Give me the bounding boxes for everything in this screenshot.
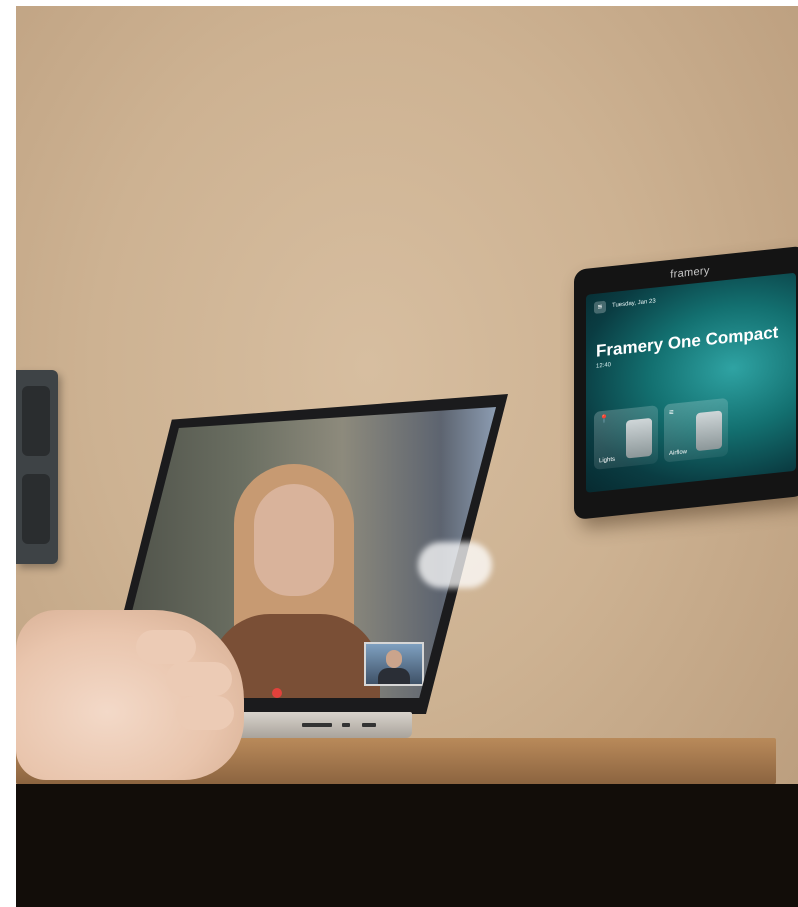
menu-icon[interactable]: ≡ — [594, 300, 606, 314]
card-label: Lights — [599, 456, 616, 465]
tablet-date: Tuesday, Jan 23 — [612, 298, 656, 310]
wall-socket — [16, 370, 58, 564]
airflow-icon: ≡ — [669, 407, 674, 418]
card-label: Airflow — [669, 449, 688, 458]
finger — [176, 696, 234, 730]
tablet-screen: ≡ Tuesday, Jan 23 Framery One Compact 12… — [586, 272, 796, 493]
card-figure — [696, 410, 722, 452]
scene: framery ≡ Tuesday, Jan 23 Framery One Co… — [0, 0, 798, 907]
laptop-port — [302, 723, 332, 727]
caller-face — [254, 484, 334, 596]
photo: framery ≡ Tuesday, Jan 23 Framery One Co… — [16, 6, 798, 907]
wall-tablet: framery ≡ Tuesday, Jan 23 Framery One Co… — [574, 245, 798, 520]
tablet-cards: 📍 Lights ≡ Airflow — [594, 397, 728, 470]
location-icon: 📍 — [599, 414, 609, 425]
user-hand — [16, 610, 244, 780]
finger — [166, 662, 232, 696]
end-call-icon[interactable] — [272, 688, 282, 698]
tablet-time: 12:40 — [596, 362, 612, 370]
finger — [136, 630, 196, 664]
light-reflection — [418, 542, 492, 588]
self-view-body — [378, 668, 410, 684]
laptop-port — [342, 723, 350, 727]
tablet-title: Framery One Compact — [596, 322, 779, 361]
self-view-thumbnail[interactable] — [364, 642, 424, 686]
tablet-header: ≡ Tuesday, Jan 23 — [594, 295, 656, 314]
socket-outlet — [22, 386, 50, 456]
card-airflow[interactable]: ≡ Airflow — [664, 397, 728, 463]
card-lights[interactable]: 📍 Lights — [594, 405, 658, 470]
card-figure — [626, 417, 652, 459]
laptop-port — [362, 723, 376, 727]
self-view-head — [386, 650, 402, 668]
socket-outlet — [22, 474, 50, 544]
under-desk-shadow — [16, 784, 798, 907]
